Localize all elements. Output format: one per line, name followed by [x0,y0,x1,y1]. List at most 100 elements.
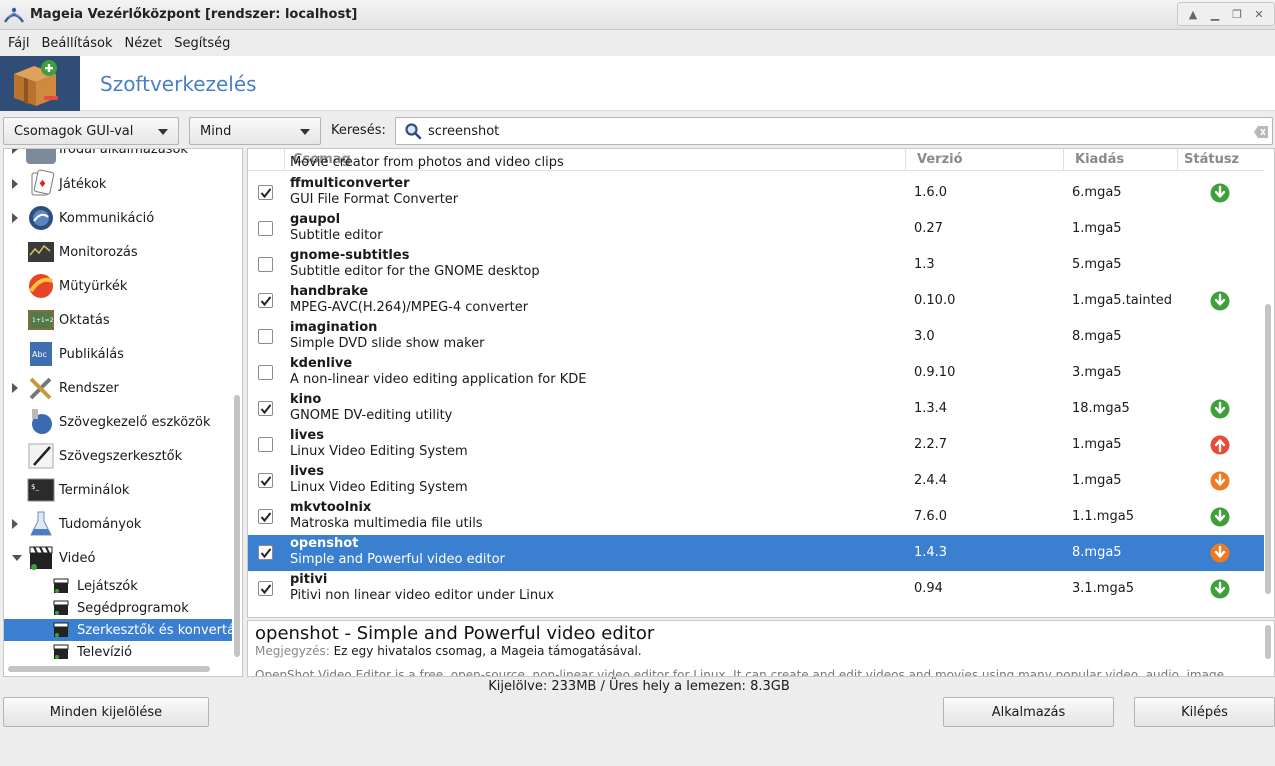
sidebar-item-office[interactable]: Irodai alkalmazások [4,149,232,166]
table-row[interactable]: gnome-subtitles Subtitle editor for the G… [248,247,1264,283]
package-checkbox[interactable] [258,221,273,236]
package-list: Csomag Verzió Kiadás Státusz Movie creat… [247,148,1275,618]
table-row[interactable]: handbrake MPEG-AVC(H.264)/MPEG-4 converte… [248,283,1264,319]
details-vertical-scrollbar[interactable] [1265,625,1271,659]
expander-icon[interactable] [12,179,18,189]
sidebar-item-label: Szövegkezelő eszközök [59,414,211,430]
sidebar-horizontal-scrollbar[interactable] [8,666,210,672]
remove-arrow-icon [1210,435,1230,455]
package-version: 2.4.4 [914,473,948,488]
package-release: 1.mga5.tainted [1072,293,1172,308]
close-icon[interactable]: ✕ [1248,8,1270,21]
header-banner: Szoftverkezelés [0,56,1275,111]
globe-icon [29,206,53,230]
package-checkbox[interactable] [258,545,273,560]
expander-icon[interactable] [12,555,22,561]
package-release: 1.mga5 [1072,437,1122,452]
package-checkbox[interactable] [258,437,273,452]
column-version[interactable]: Verzió [917,152,963,167]
package-checkbox[interactable] [258,329,273,344]
table-row[interactable]: openshot Simple and Powerful video editor… [248,535,1264,571]
sidebar-item-video[interactable]: Videó [4,541,232,575]
expander-icon[interactable] [12,149,18,154]
install-arrow-icon [1210,399,1230,419]
table-row[interactable]: imagination Simple DVD slide show maker 3.… [248,319,1264,355]
expander-icon[interactable] [12,213,18,223]
sidebar-item-communication[interactable]: Kommunikáció [4,201,232,235]
ball-icon [29,274,53,298]
table-row[interactable]: kino GNOME DV-editing utility 1.3.4 18.mga5 [248,391,1264,427]
package-checkbox[interactable] [258,581,273,596]
up-icon[interactable]: ▲ [1182,8,1204,21]
table-row[interactable]: ffmulticonverter GUI File Format Converte… [248,175,1264,211]
package-checkbox[interactable] [258,509,273,524]
menu-file[interactable]: Fájl [4,36,37,51]
package-release: 1.mga5 [1072,221,1122,236]
details-note-text: Ez egy hivatalos csomag, a Mageia támoga… [333,644,642,658]
sidebar-item-games[interactable]: ♦ Játékok [4,167,232,201]
search-input[interactable] [428,123,1248,139]
search-box[interactable] [395,117,1273,145]
clapperboard-icon [53,644,69,659]
sidebar-item-sciences[interactable]: Tudományok [4,507,232,541]
package-release: 18.mga5 [1072,401,1130,416]
package-version: 0.9.10 [914,365,956,380]
sidebar-subitem-utilities[interactable]: Segédprogramok [4,597,232,619]
sidebar-item-toys[interactable]: Mütyürkék [4,269,232,303]
table-row[interactable]: lives Linux Video Editing System 2.4.4 1.mg… [248,463,1264,499]
package-description: Simple and Powerful video editor [290,552,505,567]
expander-icon[interactable] [12,519,18,529]
sidebar-item-label: Kommunikáció [59,210,155,226]
sidebar-item-monitoring[interactable]: Monitorozás [4,235,232,269]
select-all-button[interactable]: Minden kijelölése [3,697,209,727]
chevron-down-icon [158,129,168,135]
apply-button[interactable]: Alkalmazás [943,697,1114,727]
sidebar-subitem-television[interactable]: Televízió [4,641,232,663]
package-release: 3.1.mga5 [1072,581,1134,596]
sidebar-item-education[interactable]: 1+1=2 Oktatás [4,303,232,337]
menu-view[interactable]: Nézet [121,36,171,51]
column-status[interactable]: Státusz [1184,152,1239,167]
restore-icon[interactable]: ❐ [1226,8,1248,21]
sidebar-item-terminals[interactable]: $_ Terminálok [4,473,232,507]
menu-help[interactable]: Segítség [170,36,238,51]
sidebar-item-label: Mütyürkék [59,278,128,294]
sidebar-item-publishing[interactable]: Abc Publikálás [4,337,232,371]
status-filter-dropdown[interactable]: Mind [189,117,321,145]
column-release[interactable]: Kiadás [1075,152,1124,167]
menu-settings[interactable]: Beállítások [37,36,120,51]
package-type-dropdown[interactable]: Csomagok GUI-val [3,117,179,145]
package-checkbox[interactable] [258,365,273,380]
table-row[interactable]: kdenlive A non-linear video editing appli… [248,355,1264,391]
package-checkbox[interactable] [258,401,273,416]
sidebar-subitem-players[interactable]: Lejátszók [4,575,232,597]
column-separator [1063,149,1064,171]
sidebar-item-text-editors[interactable]: Szövegszerkesztők [4,439,232,473]
package-version: 0.94 [914,581,943,596]
table-row[interactable]: gaupol Subtitle editor 0.27 1.mga5 [248,211,1264,247]
table-row[interactable]: lives Linux Video Editing System 2.2.7 1.mg… [248,427,1264,463]
table-row[interactable]: pitivi Pitivi non linear video editor und… [248,571,1264,607]
sidebar-item-text-tools[interactable]: Szövegkezelő eszközök [4,405,232,439]
table-row[interactable]: mkvtoolnix Matroska multimedia file utils… [248,499,1264,535]
sidebar-vertical-scrollbar[interactable] [234,395,240,657]
package-checkbox[interactable] [258,473,273,488]
chevron-down-icon [300,129,310,135]
package-description: A non-linear video editing application f… [290,372,587,387]
package-version: 2.2.7 [914,437,948,452]
clear-search-icon[interactable] [1254,126,1268,138]
package-checkbox[interactable] [258,185,273,200]
expander-icon[interactable] [12,383,18,393]
package-checkbox[interactable] [258,257,273,272]
package-checkbox[interactable] [258,293,273,308]
minimize-icon[interactable]: ▁ [1204,8,1226,21]
quit-button[interactable]: Kilépés [1134,697,1275,727]
sidebar-subitem-editors-converters[interactable]: Szerkesztők és konvertálók [4,619,232,641]
package-description: Simple DVD slide show maker [290,336,485,351]
list-vertical-scrollbar[interactable] [1265,304,1271,594]
sidebar-item-system[interactable]: Rendszer [4,371,232,405]
sidebar-subitem-label: Lejátszók [77,578,138,594]
package-description: Linux Video Editing System [290,444,468,459]
mageia-logo-icon [3,7,25,23]
package-name: ffmulticonverter [290,176,410,191]
